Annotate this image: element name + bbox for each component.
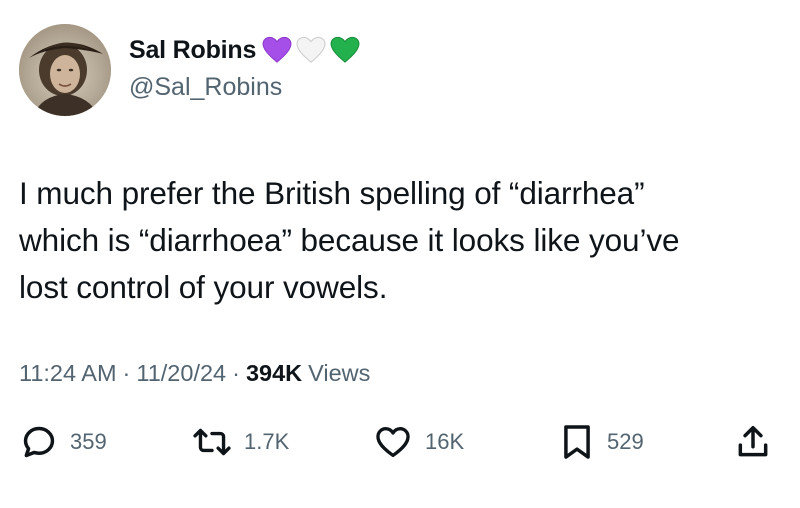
- reply-icon: [23, 426, 55, 458]
- reply-count: 359: [70, 429, 107, 454]
- profile-photo-icon: [19, 24, 111, 116]
- tweet-card: Sal Robins @Sal_Robins I much prefer the…: [0, 0, 800, 508]
- tweet-text-line: which is “diarrhoea” because it looks li…: [19, 222, 680, 258]
- meta-separator: ·: [232, 360, 240, 386]
- heart-icon: [376, 427, 410, 458]
- author-name-row: Sal Robins: [129, 34, 360, 66]
- like-button[interactable]: 16K: [373, 420, 464, 464]
- bookmark-icon: [564, 425, 590, 459]
- views-count: 394K: [245, 360, 303, 386]
- tweet-text-line: I much prefer the British spelling of “d…: [19, 175, 645, 211]
- repost-icon: [193, 428, 231, 456]
- display-name[interactable]: Sal Robins: [129, 36, 256, 65]
- tweet-meta: 11:24 AM · 11/20/24 · 394K Views: [19, 360, 370, 387]
- bookmark-count: 529: [607, 429, 644, 454]
- author-handle[interactable]: @Sal_Robins: [129, 73, 282, 102]
- views-label: Views: [308, 360, 371, 386]
- tweet-text-line: lost control of your vowels.: [19, 269, 388, 305]
- like-count: 16K: [425, 429, 465, 454]
- reply-button[interactable]: 359: [20, 420, 107, 464]
- repost-count: 1.7K: [244, 429, 290, 454]
- share-icon: [738, 426, 768, 457]
- green-heart-icon: [330, 36, 360, 63]
- bookmark-button[interactable]: 529: [559, 420, 644, 464]
- purple-heart-icon: [262, 36, 292, 63]
- avatar[interactable]: [19, 24, 111, 116]
- name-emojis: [262, 36, 360, 64]
- repost-button[interactable]: 1.7K: [192, 420, 289, 464]
- white-heart-icon: [296, 36, 326, 63]
- tweet-text: I much prefer the British spelling of “d…: [19, 170, 779, 311]
- action-bar: 359 1.7K 16K 529: [0, 420, 800, 464]
- meta-separator: ·: [122, 360, 131, 386]
- tweet-date[interactable]: 11/20/24: [136, 360, 226, 387]
- tweet-time[interactable]: 11:24 AM: [19, 360, 117, 387]
- share-button[interactable]: [734, 420, 772, 464]
